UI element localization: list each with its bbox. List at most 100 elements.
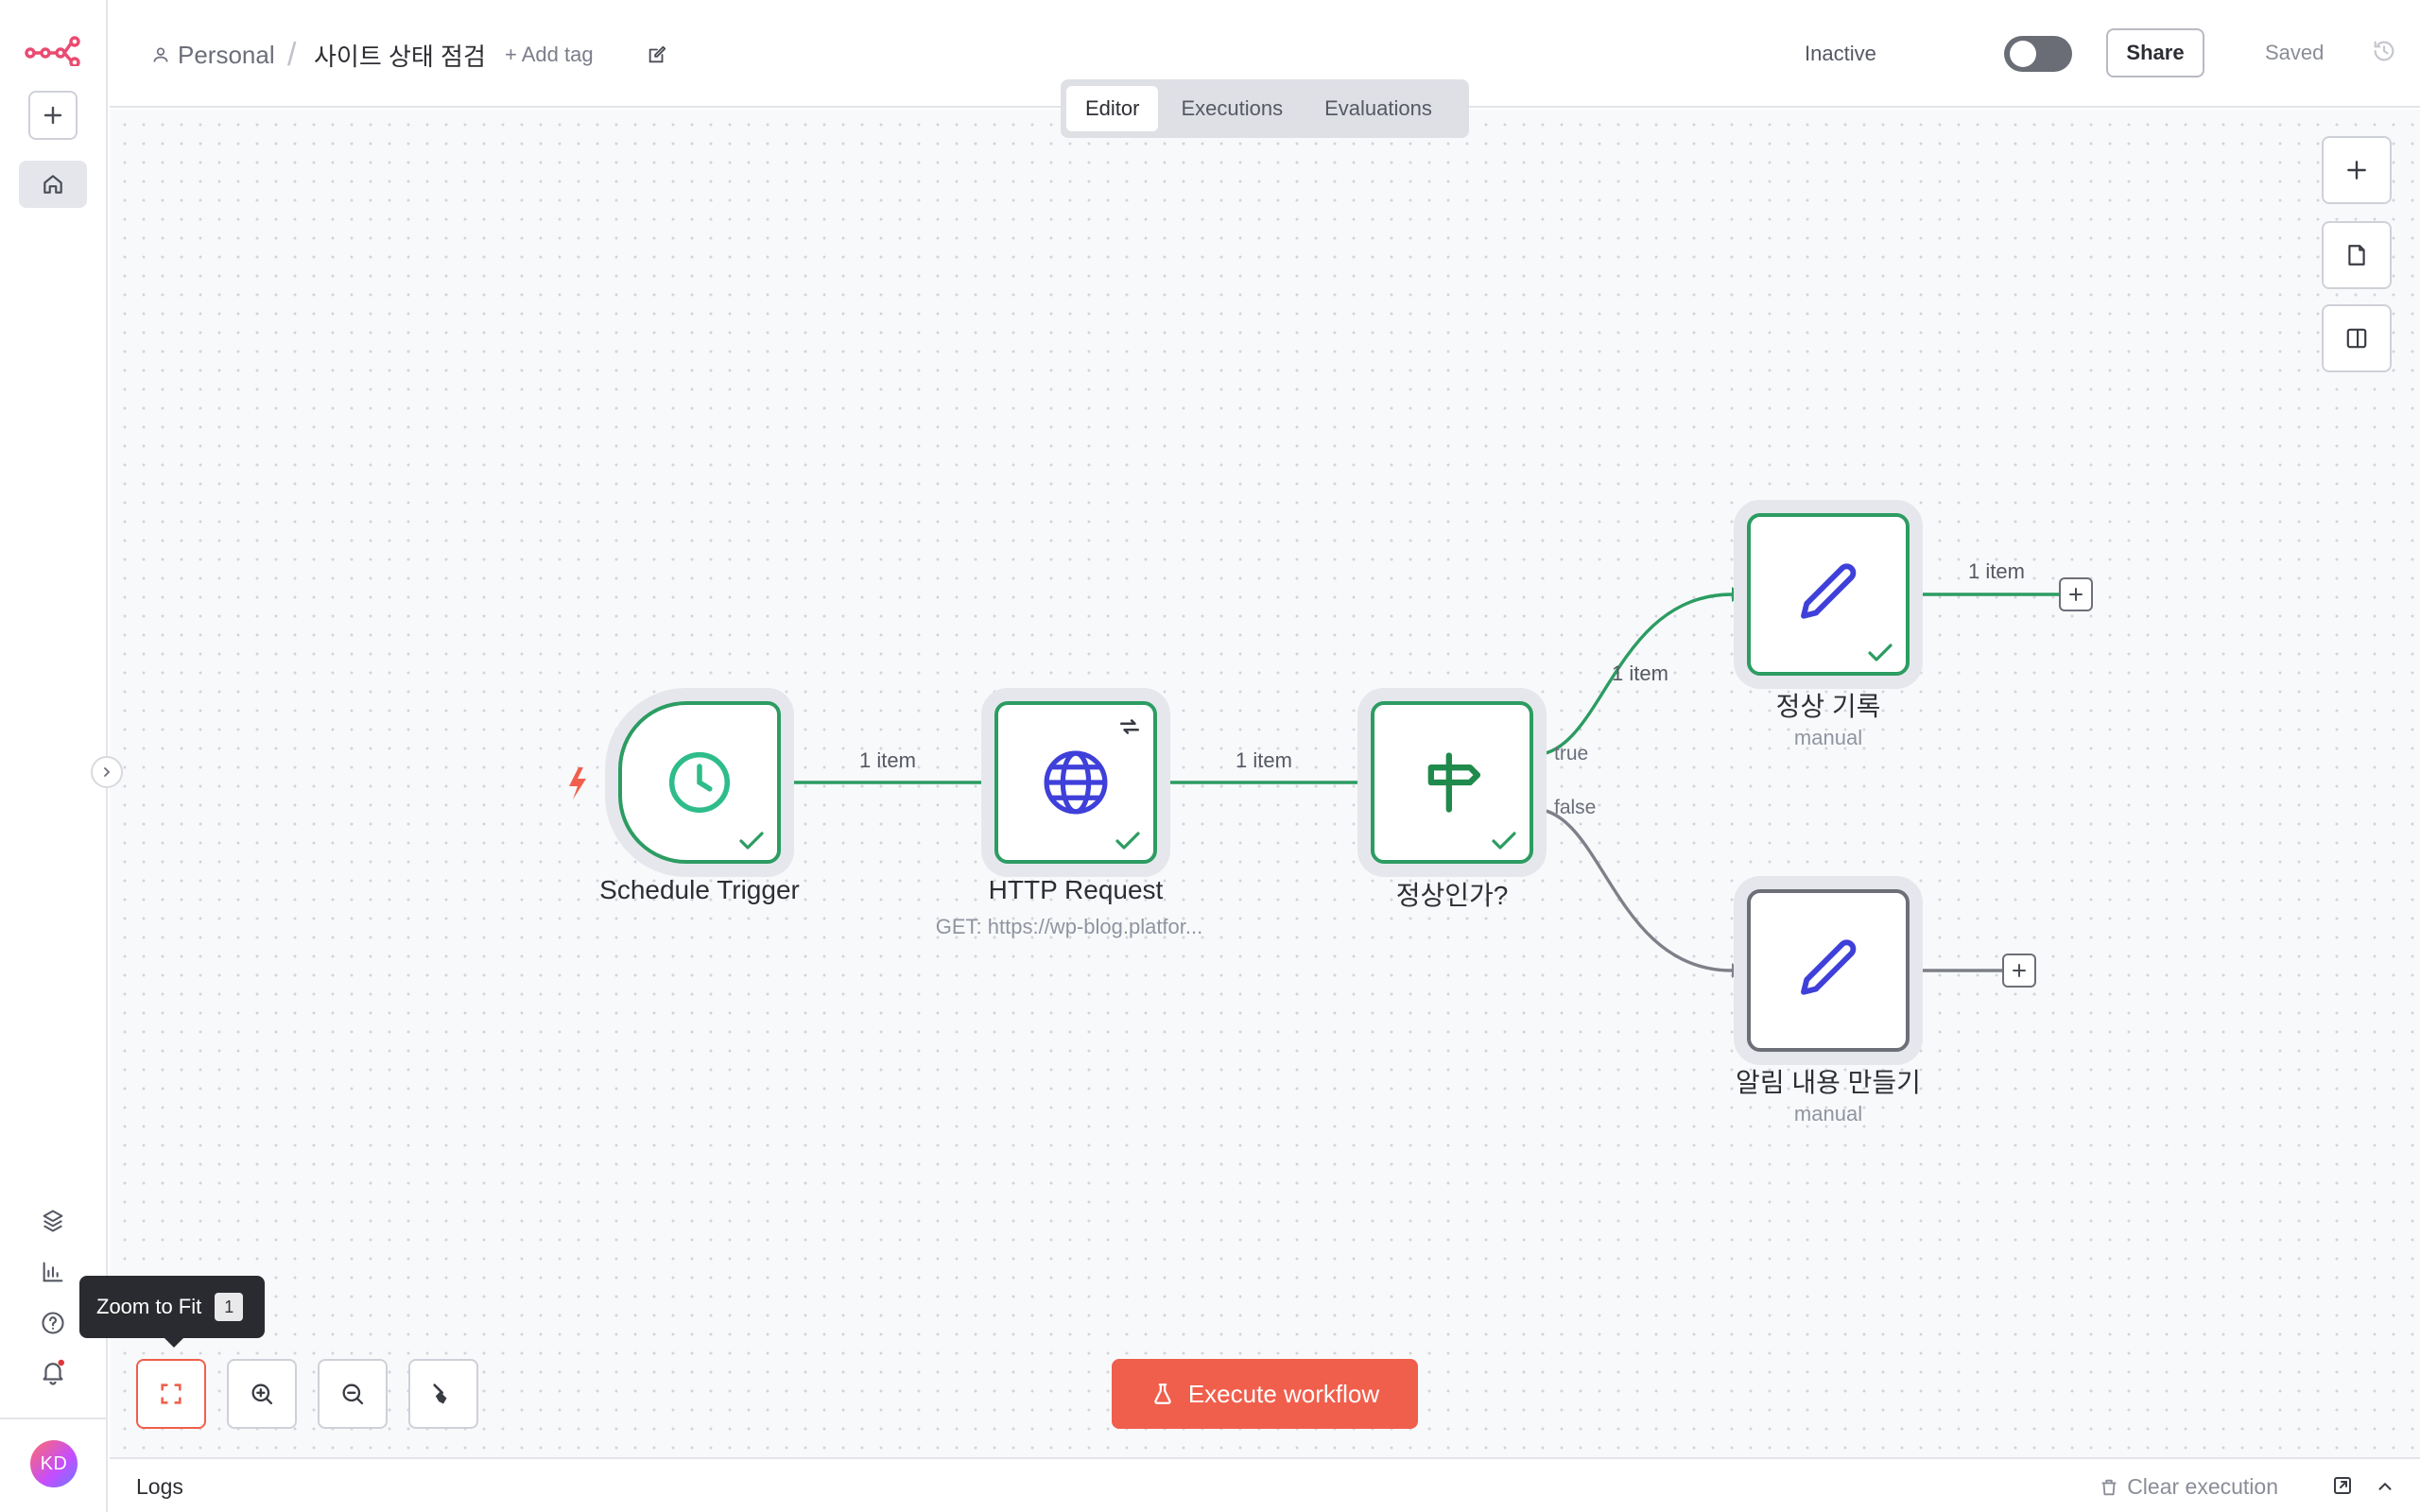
clear-execution-button[interactable]: Clear execution [2099, 1474, 2278, 1500]
edge-label-items: 1 item [859, 748, 916, 772]
pencil-icon [1801, 939, 1857, 995]
saved-status: Saved [2265, 41, 2325, 64]
edit-description-button[interactable] [647, 38, 667, 72]
user-icon [153, 47, 168, 62]
tab-executions[interactable]: Executions [1162, 86, 1302, 131]
success-check-icon [1868, 644, 1893, 662]
breadcrumb-personal[interactable]: Personal [151, 38, 275, 72]
plus-icon [2347, 161, 2366, 180]
edge-label-items: 1 item [1612, 662, 1668, 685]
expand-logs-button[interactable] [2375, 1476, 2395, 1502]
tooltip-shortcut-key: 1 [215, 1293, 244, 1321]
retry-icon [1120, 719, 1139, 734]
tab-evaluations[interactable]: Evaluations [1305, 86, 1451, 131]
zoom-to-fit-tooltip: Zoom to Fit 1 [79, 1276, 265, 1348]
user-avatar[interactable]: KD [30, 1440, 78, 1487]
clock-icon [668, 751, 731, 814]
templates-icon [43, 1210, 63, 1232]
node-label-if: 정상인가? [1395, 881, 1509, 910]
branch-label-true: true [1554, 743, 1589, 765]
add-tag-button[interactable]: + Add tag [505, 38, 594, 72]
tab-editor[interactable]: Editor [1066, 86, 1159, 131]
home-button[interactable] [19, 161, 87, 208]
view-tabs: Editor Executions Evaluations [1061, 79, 1469, 138]
zoom-out-button[interactable] [318, 1359, 388, 1429]
tooltip-label: Zoom to Fit [96, 1295, 202, 1318]
node-http-request[interactable] [994, 701, 1157, 864]
templates-button[interactable] [34, 1202, 72, 1240]
bar-chart-icon [43, 1262, 63, 1282]
node-alert-message[interactable] [1747, 889, 1910, 1052]
home-icon [43, 175, 62, 194]
trash-icon [2101, 1479, 2117, 1495]
workflow-title[interactable]: 사이트 상태 점검 [314, 38, 486, 72]
node-label-alert: 알림 내용 만들기 [1736, 1068, 1921, 1097]
tidy-up-button[interactable] [408, 1359, 478, 1429]
workflow-canvas[interactable]: Schedule Trigger HTTP Request GET: https… [110, 110, 2420, 1457]
pop-out-icon [2334, 1477, 2351, 1494]
connections-layer [569, 581, 2061, 984]
pop-out-logs-button[interactable] [2331, 1474, 2354, 1502]
node-normal-record[interactable] [1747, 513, 1910, 676]
add-sticky-note-button[interactable] [2322, 221, 2392, 289]
trigger-bolt-icon [569, 767, 586, 799]
edge-label-items: 1 item [1968, 559, 2025, 583]
globe-icon [1044, 750, 1108, 815]
history-icon [2374, 41, 2394, 61]
breadcrumb-separator: / [287, 36, 297, 73]
logs-title: Logs [136, 1474, 183, 1499]
zoom-in-button[interactable] [227, 1359, 297, 1429]
node-if[interactable] [1371, 701, 1533, 864]
success-check-icon [1492, 832, 1516, 850]
logs-panel-bar[interactable]: Logs Clear execution [110, 1457, 2420, 1512]
execute-workflow-button[interactable]: Execute workflow [1112, 1359, 1418, 1429]
node-label-http: HTTP Request [988, 875, 1164, 904]
edge-if-false-to-alert [1532, 807, 1733, 972]
toggle-side-panel-button[interactable] [2322, 304, 2392, 372]
success-check-icon [739, 832, 764, 850]
share-button[interactable]: Share [2106, 28, 2204, 77]
panel-icon [2346, 328, 2367, 349]
plus-icon [2013, 964, 2026, 977]
plus-icon [43, 106, 62, 125]
sidebar-divider [0, 1418, 108, 1419]
edit-icon [648, 45, 666, 63]
help-icon [42, 1312, 64, 1334]
bell-icon [43, 1359, 64, 1385]
node-subtitle-normal: manual [1793, 726, 1863, 749]
chevron-up-icon [2378, 1482, 2392, 1490]
zoom-to-fit-button[interactable] [136, 1359, 206, 1429]
node-label-schedule: Schedule Trigger [599, 875, 800, 904]
sidebar-collapse-button[interactable] [91, 756, 123, 788]
zoom-out-icon [342, 1383, 364, 1405]
add-node-button[interactable] [2059, 577, 2093, 611]
notifications-button[interactable] [34, 1353, 72, 1391]
node-label-normal: 정상 기록 [1775, 692, 1881, 721]
flask-icon [1154, 1383, 1171, 1404]
workflow-history-button[interactable] [2371, 38, 2397, 69]
branch-label-false: false [1554, 797, 1597, 818]
broom-icon [433, 1383, 447, 1404]
clear-execution-label: Clear execution [2127, 1474, 2278, 1499]
success-check-icon [1115, 832, 1140, 850]
fit-view-icon [161, 1383, 182, 1404]
help-button[interactable] [34, 1304, 72, 1342]
insights-button[interactable] [34, 1253, 72, 1291]
breadcrumb-owner-label: Personal [178, 40, 275, 69]
chevron-right-icon [104, 767, 111, 777]
zoom-in-icon [251, 1383, 273, 1405]
sticky-note-icon [2348, 245, 2365, 266]
n8n-logo[interactable] [25, 34, 81, 68]
activate-toggle[interactable] [2004, 36, 2072, 72]
signpost-icon [1427, 752, 1481, 813]
execute-workflow-label: Execute workflow [1187, 1379, 1380, 1408]
node-schedule-trigger[interactable] [618, 701, 781, 864]
node-subtitle-http: GET: https://wp-blog.platfor... [935, 915, 1203, 938]
open-nodes-panel-button[interactable] [2322, 136, 2392, 204]
activation-status-label: Inactive [1805, 42, 1876, 65]
pencil-icon [1801, 563, 1857, 619]
plus-icon [2069, 588, 2083, 601]
add-node-button[interactable] [2002, 954, 2036, 988]
edge-label-items: 1 item [1236, 748, 1292, 772]
create-button[interactable] [28, 91, 78, 140]
